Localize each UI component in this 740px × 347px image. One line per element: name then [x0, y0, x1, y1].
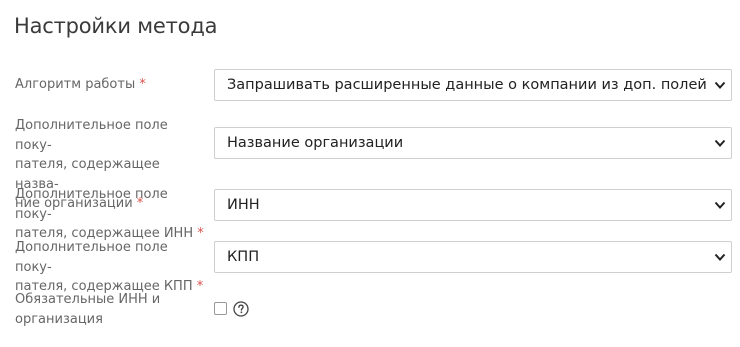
algorithm-select-value: Запрашивать расширенные данные о компани… — [227, 77, 707, 93]
inn-field-label-line: Дополнительное поле поку- — [15, 187, 168, 222]
inn-field-select[interactable]: ИНН — [214, 189, 732, 221]
require-inn-org-label-line: организация — [15, 311, 103, 327]
algorithm-select[interactable]: Запрашивать расширенные данные о компани… — [214, 69, 732, 101]
inn-field-label: Дополнительное поле поку- пателя, содерж… — [15, 185, 205, 244]
organization-field-select[interactable]: Название организации — [214, 127, 732, 159]
require-inn-org-label-line: Обязательные ИНН и — [15, 292, 161, 307]
kpp-field-label: Дополнительное поле поку- пателя, содерж… — [15, 238, 205, 297]
algorithm-label: Алгоритм работы * — [15, 75, 205, 95]
require-inn-org-label: Обязательные ИНН и организация — [15, 290, 205, 329]
chevron-down-icon — [714, 81, 726, 89]
algorithm-label-text: Алгоритм работы — [15, 77, 140, 92]
chevron-down-icon — [714, 253, 726, 261]
page-title: Настройки метода — [14, 14, 218, 38]
required-mark: * — [139, 77, 146, 92]
chevron-down-icon — [714, 201, 726, 209]
organization-field-select-value: Название организации — [227, 135, 404, 151]
kpp-field-label-line: Дополнительное поле поку- — [15, 240, 168, 275]
organization-field-label-line: Дополнительное поле поку- — [15, 118, 168, 153]
require-inn-org-checkbox[interactable] — [214, 302, 227, 315]
chevron-down-icon — [714, 139, 726, 147]
question-circle-icon[interactable] — [233, 301, 249, 317]
kpp-field-select-value: КПП — [227, 249, 260, 265]
kpp-field-select[interactable]: КПП — [214, 241, 732, 273]
inn-field-select-value: ИНН — [227, 197, 260, 213]
